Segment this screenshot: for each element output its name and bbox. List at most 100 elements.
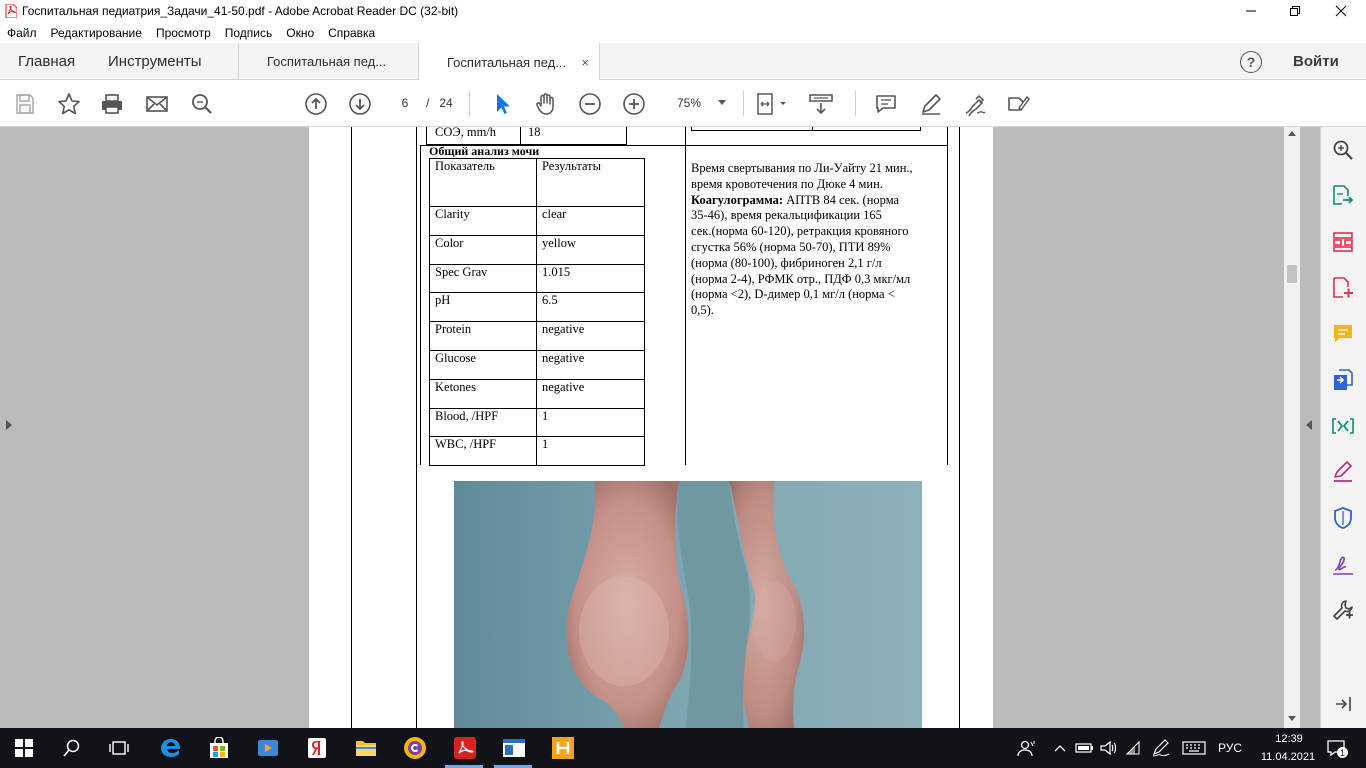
table-row-parameter: WBC, /HPF bbox=[435, 437, 497, 451]
table-line bbox=[947, 127, 948, 465]
keyboard-icon[interactable] bbox=[1181, 736, 1207, 760]
table-row-parameter: Spec Grav bbox=[435, 265, 488, 279]
file-explorer-icon[interactable] bbox=[354, 736, 378, 760]
menu-edit[interactable]: Редактирование bbox=[51, 26, 142, 40]
yandex-disk-icon[interactable] bbox=[403, 736, 427, 760]
send-for-signature-icon[interactable] bbox=[1331, 552, 1355, 576]
coag-line: Время свертывания по Ли-Уайту 21 мин., bbox=[691, 161, 913, 175]
coag-line-rest: АПТВ 84 сек. (норма bbox=[783, 192, 900, 207]
edit-pdf-icon[interactable] bbox=[1331, 414, 1355, 438]
media-player-icon[interactable] bbox=[256, 736, 280, 760]
export-pdf-icon[interactable] bbox=[1331, 184, 1355, 208]
notification-icon[interactable]: 1 bbox=[1324, 736, 1348, 760]
page-number-input[interactable]: 6 bbox=[389, 91, 421, 115]
previous-page-icon[interactable] bbox=[303, 91, 329, 117]
tab-home[interactable]: Главная bbox=[18, 43, 75, 80]
organize-pages-icon[interactable] bbox=[1331, 230, 1355, 254]
menu-file[interactable]: Файл bbox=[7, 26, 37, 40]
store-icon[interactable] bbox=[207, 736, 231, 760]
acrobat-taskbar-icon[interactable] bbox=[453, 736, 477, 760]
tab-tools[interactable]: Инструменты bbox=[108, 43, 202, 80]
coag-line: (норма (80-100), фибриноген 2,1 г/л bbox=[691, 255, 882, 270]
search-icon[interactable] bbox=[189, 91, 215, 117]
menu-view[interactable]: Просмотр bbox=[156, 26, 211, 40]
yandex-browser-icon[interactable] bbox=[305, 736, 329, 760]
save-icon[interactable] bbox=[12, 91, 38, 117]
vertical-scrollbar[interactable] bbox=[1284, 127, 1300, 728]
create-pdf-icon[interactable] bbox=[1331, 276, 1355, 300]
coag-line: 35-46), время рекальцификации 165 bbox=[691, 208, 882, 223]
table-line bbox=[426, 127, 427, 145]
table-header-results: Результаты bbox=[542, 159, 602, 173]
scroll-down-icon[interactable] bbox=[1288, 716, 1296, 721]
restore-button[interactable] bbox=[1272, 0, 1318, 22]
tab-bar: Главная Инструменты Госпитальная пед... … bbox=[0, 43, 1366, 81]
pen-workspace-icon[interactable] bbox=[1151, 736, 1171, 760]
word-window-icon[interactable] bbox=[502, 736, 526, 760]
right-panel-toggle-icon[interactable] bbox=[1306, 420, 1312, 430]
zoom-search-icon[interactable] bbox=[1331, 138, 1355, 162]
menu-help[interactable]: Справка bbox=[328, 26, 375, 40]
people-icon[interactable] bbox=[1015, 736, 1039, 760]
clock-time[interactable]: 12:39 bbox=[1264, 733, 1314, 745]
sign-pen-icon[interactable] bbox=[962, 91, 988, 117]
taskbar-search-icon[interactable] bbox=[60, 736, 84, 760]
table-row-parameter: Protein bbox=[435, 322, 472, 336]
wifi-icon[interactable] bbox=[1125, 736, 1145, 760]
fill-sign-icon[interactable] bbox=[1006, 91, 1032, 117]
clock-date[interactable]: 11.04.2021 bbox=[1252, 751, 1324, 763]
bookmark-star-icon[interactable] bbox=[56, 91, 82, 117]
sign-in-button[interactable]: Войти bbox=[1293, 43, 1339, 80]
comment-icon[interactable] bbox=[873, 91, 899, 117]
scroll-up-icon[interactable] bbox=[1288, 131, 1296, 136]
fit-page-icon[interactable] bbox=[754, 91, 790, 117]
print-icon[interactable] bbox=[99, 91, 125, 117]
task-view-icon[interactable] bbox=[107, 736, 131, 760]
tray-chevron-up-icon[interactable] bbox=[1051, 736, 1069, 760]
zoom-level-select[interactable]: 75% bbox=[668, 91, 732, 115]
menu-window[interactable]: Окно bbox=[286, 26, 314, 40]
zoom-in-icon[interactable] bbox=[621, 91, 647, 117]
left-panel-toggle-icon[interactable] bbox=[6, 420, 12, 430]
close-window-button[interactable] bbox=[1318, 0, 1364, 22]
h-app-icon[interactable] bbox=[551, 736, 575, 760]
tab-document-1[interactable]: Госпитальная пед... bbox=[238, 43, 418, 80]
more-tools-icon[interactable] bbox=[1331, 598, 1355, 622]
comment-tool-icon[interactable] bbox=[1331, 322, 1355, 346]
page-border-right bbox=[959, 127, 960, 728]
volume-icon[interactable] bbox=[1099, 736, 1119, 760]
scroll-thumb[interactable] bbox=[1287, 265, 1297, 283]
hand-tool-icon[interactable] bbox=[533, 91, 559, 117]
zoom-out-icon[interactable] bbox=[577, 91, 603, 117]
highlight-pen-icon[interactable] bbox=[918, 91, 944, 117]
coag-line: время кровотечения по Дюке 4 мин. bbox=[691, 176, 883, 191]
table-row-result: clear bbox=[542, 207, 567, 221]
help-icon[interactable]: ? bbox=[1240, 51, 1262, 73]
soe-value: 18 bbox=[528, 125, 541, 139]
menu-sign[interactable]: Подпись bbox=[225, 26, 273, 40]
page-count: / 24 bbox=[426, 91, 453, 115]
email-icon[interactable] bbox=[144, 91, 170, 117]
acrobat-app-icon bbox=[5, 3, 18, 19]
table-row-result: yellow bbox=[542, 236, 577, 250]
next-page-icon[interactable] bbox=[347, 91, 373, 117]
protect-shield-icon[interactable] bbox=[1331, 506, 1355, 530]
coagulation-text: Время свертывания по Ли-Уайту 21 мин., в… bbox=[691, 161, 946, 319]
table-row-result: 1 bbox=[542, 437, 549, 451]
fill-and-sign-icon[interactable] bbox=[1331, 460, 1355, 484]
combine-files-icon[interactable] bbox=[1331, 368, 1355, 392]
battery-icon[interactable] bbox=[1075, 736, 1095, 760]
soe-label: СОЭ, mm/h bbox=[435, 125, 497, 139]
page-total: 24 bbox=[439, 96, 453, 110]
edge-browser-icon[interactable] bbox=[159, 736, 183, 760]
tab-close-icon[interactable]: × bbox=[581, 55, 589, 70]
page-inner-border bbox=[416, 127, 417, 728]
select-cursor-icon[interactable] bbox=[489, 91, 515, 117]
windows-start-icon[interactable] bbox=[12, 736, 36, 760]
collapse-panel-icon[interactable] bbox=[1331, 692, 1355, 716]
tab-document-2[interactable]: Госпитальная пед... × bbox=[418, 43, 600, 81]
scrolling-mode-icon[interactable] bbox=[808, 91, 834, 117]
language-indicator[interactable]: РУС bbox=[1218, 741, 1242, 755]
title-bar: Госпитальная педиатрия_Задачи_41-50.pdf … bbox=[0, 0, 1366, 22]
minimize-button[interactable] bbox=[1228, 0, 1274, 22]
